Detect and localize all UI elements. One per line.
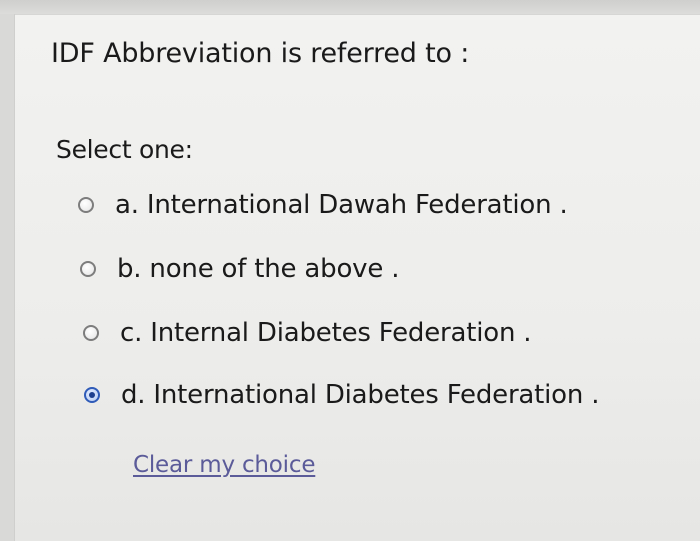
select-one-prompt: Select one: [56, 135, 193, 164]
answer-option-c-label: c. Internal Diabetes Federation . [120, 318, 532, 348]
top-border [0, 0, 700, 14]
answer-option-b[interactable]: b. none of the above . [80, 254, 399, 284]
answer-option-a[interactable]: a. International Dawah Federation . [78, 190, 568, 220]
answer-option-a-label: a. International Dawah Federation . [115, 190, 568, 220]
radio-button-b[interactable] [80, 261, 96, 277]
answer-option-d[interactable]: d. International Diabetes Federation . [84, 380, 600, 410]
radio-button-a[interactable] [78, 197, 94, 213]
radio-button-d[interactable] [84, 387, 100, 403]
answer-option-c[interactable]: c. Internal Diabetes Federation . [83, 318, 532, 348]
clear-my-choice-link[interactable]: Clear my choice [133, 452, 315, 478]
radio-button-c[interactable] [83, 325, 99, 341]
answer-option-d-label: d. International Diabetes Federation . [121, 380, 600, 410]
question-text: IDF Abbreviation is referred to : [51, 38, 470, 69]
answer-option-b-label: b. none of the above . [117, 254, 400, 284]
